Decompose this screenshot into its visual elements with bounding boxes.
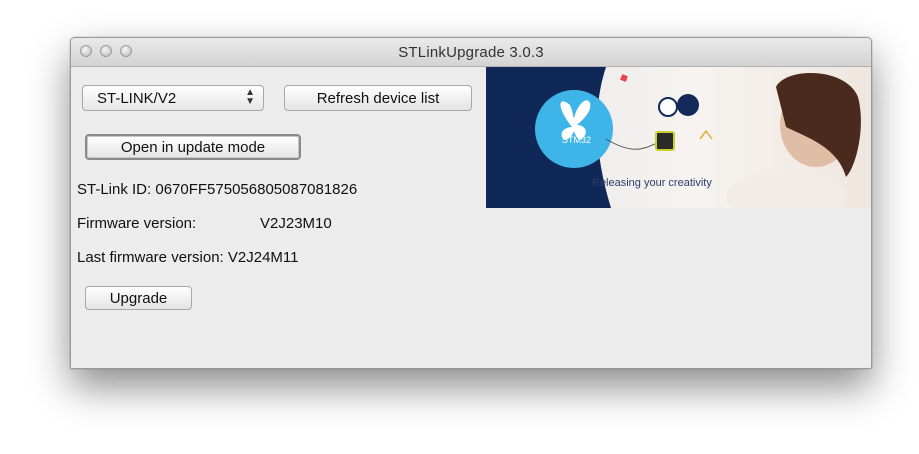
gear-bubble-icon xyxy=(677,94,699,116)
stm32-logo-text: STM32 xyxy=(562,135,591,145)
open-update-mode-button[interactable]: Open in update mode xyxy=(85,134,301,160)
stlink-id-text: ST-Link ID: 0670FF575056805087081826 xyxy=(77,181,358,198)
upgrade-button[interactable]: Upgrade xyxy=(85,286,192,310)
updown-arrows-icon: ▲ ▼ xyxy=(245,87,255,107)
device-select[interactable]: ST-LINK/V2 ▲ ▼ xyxy=(82,85,264,111)
confetti-icon xyxy=(620,74,628,82)
refresh-device-list-button[interactable]: Refresh device list xyxy=(284,85,472,111)
main-content: ST-LINK/V2 ▲ ▼ Refresh device list Open i… xyxy=(71,67,871,368)
last-firmware-version-text: Last firmware version: V2J24M11 xyxy=(77,249,299,266)
stm32-banner: STM32 Releasing your creativity xyxy=(486,67,871,208)
device-select-value: ST-LINK/V2 xyxy=(97,90,177,107)
banner-graphic: STM32 Releasing your creativity xyxy=(486,67,861,208)
chip-icon xyxy=(655,131,675,151)
banner-tagline: Releasing your creativity xyxy=(592,177,712,189)
firmware-version-label: Firmware version: xyxy=(77,215,197,232)
app-window: STLinkUpgrade 3.0.3 ST-LINK/V2 ▲ ▼ Refres… xyxy=(70,37,872,369)
bird-bubble-icon xyxy=(658,97,678,117)
child-clothes xyxy=(726,171,846,208)
firmware-version-value: V2J23M10 xyxy=(260,215,332,232)
title-bar: STLinkUpgrade 3.0.3 xyxy=(71,38,871,67)
spark-icon xyxy=(699,129,713,140)
window-title: STLinkUpgrade 3.0.3 xyxy=(398,44,544,61)
banner-curve xyxy=(605,138,663,150)
